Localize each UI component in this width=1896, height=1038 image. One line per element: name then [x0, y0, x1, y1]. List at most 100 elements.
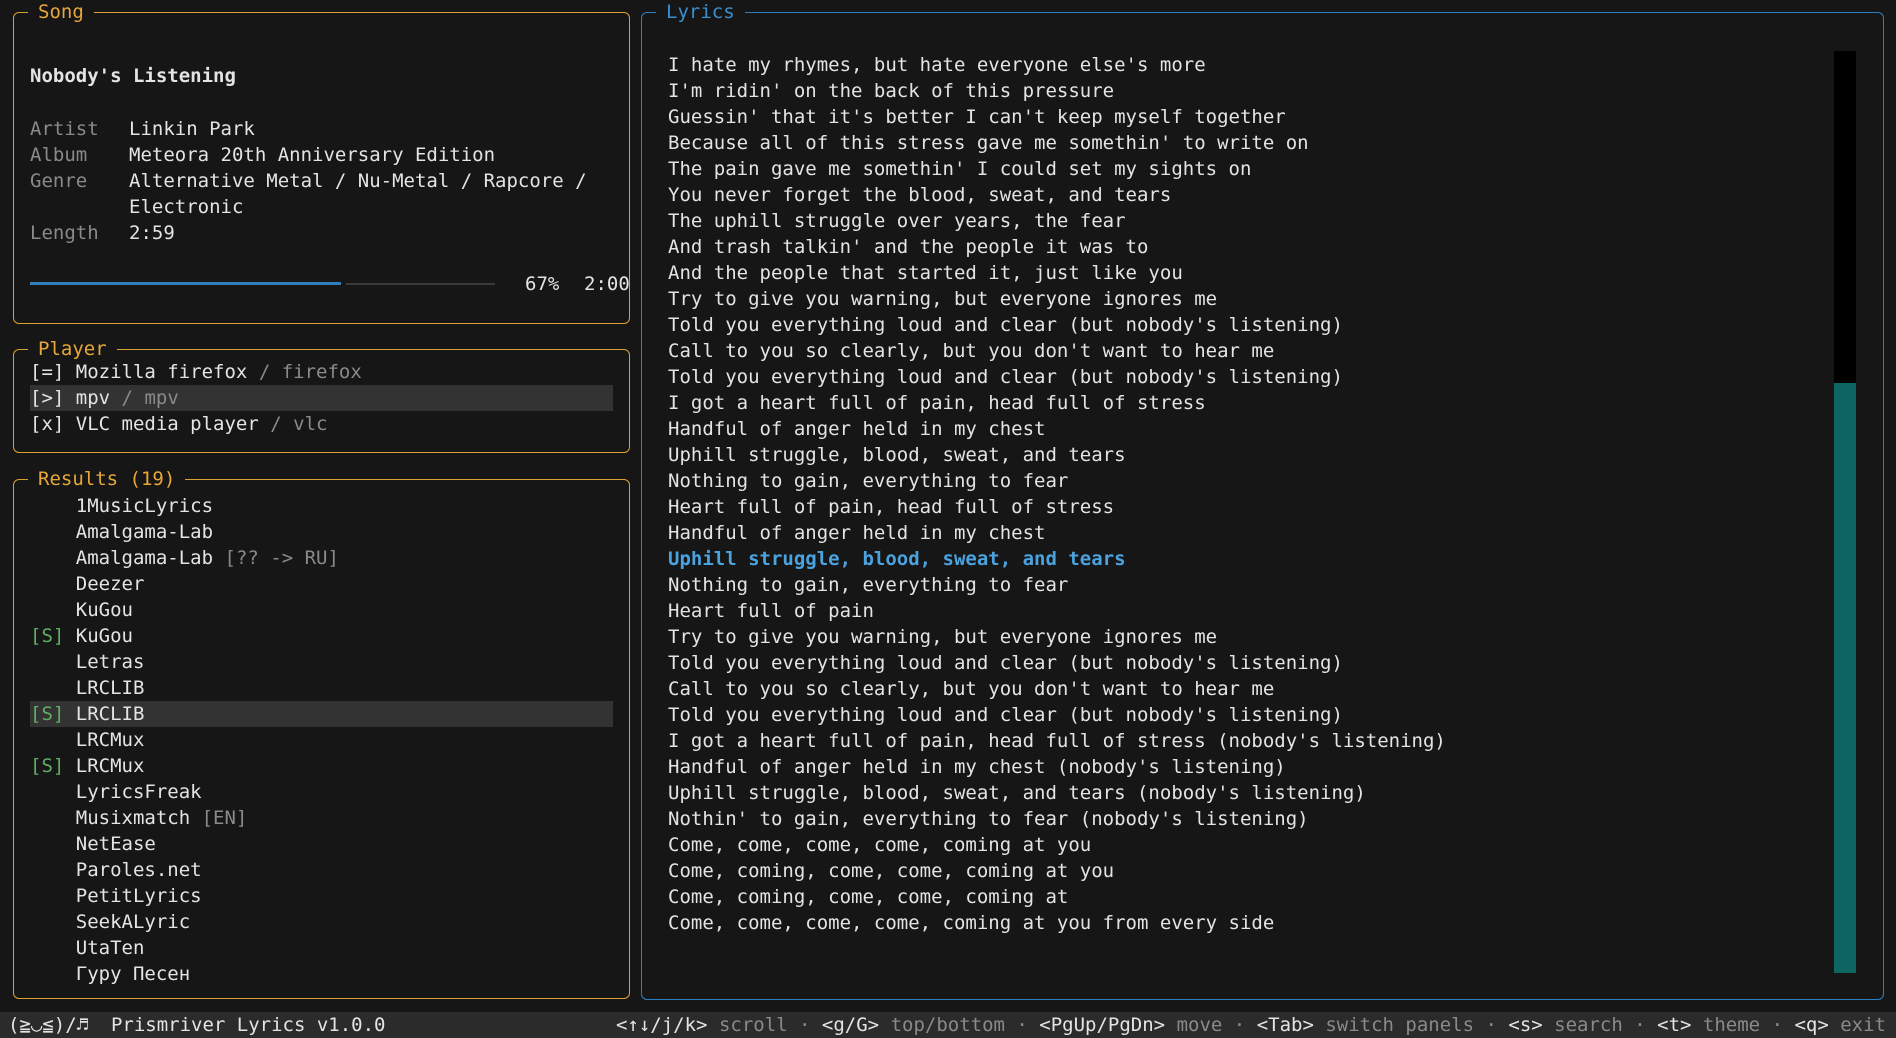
synced-tag: [S]	[30, 625, 65, 647]
result-item[interactable]: [S] LRCMux	[30, 753, 613, 779]
synced-tag	[30, 651, 64, 673]
player-state: [x]	[30, 413, 65, 435]
player-item[interactable]: [x] VLC media player / vlc	[30, 411, 613, 437]
player-panel-title: Player	[28, 337, 117, 361]
player-name: Mozilla firefox	[75, 361, 248, 383]
playback-progress: 67% 2:00	[30, 271, 630, 297]
result-source: Amalgama-Lab	[75, 521, 214, 543]
player-item[interactable]: [=] Mozilla firefox / firefox	[30, 359, 613, 385]
lyric-line: Uphill struggle, blood, sweat, and tears…	[668, 782, 1366, 804]
results-panel-title: Results (19)	[28, 467, 186, 491]
synced-tag: [S]	[30, 755, 65, 777]
hint-description: top/bottom	[890, 1014, 1005, 1036]
lyric-line: I hate my rhymes, but hate everyone else…	[668, 54, 1206, 76]
result-item[interactable]: [S] KuGou	[30, 623, 613, 649]
result-item[interactable]: LRCLIB	[30, 675, 613, 701]
hint-key: <g/G>	[821, 1014, 880, 1036]
scrollbar-thumb[interactable]	[1834, 383, 1856, 973]
result-item[interactable]: KuGou	[30, 597, 613, 623]
hint-separator: ·	[1760, 1014, 1795, 1036]
hint-key: <q>	[1794, 1014, 1829, 1036]
synced-tag	[30, 885, 64, 907]
result-item[interactable]: NetEase	[30, 831, 613, 857]
length-label: Length	[30, 222, 99, 244]
hint-description: move	[1176, 1014, 1223, 1036]
status-bar: (≧◡≦)/♬ Prismriver Lyrics v1.0.0 <↑↓/j/k…	[0, 1012, 1896, 1038]
lyric-line: Guessin' that it's better I can't keep m…	[668, 106, 1286, 128]
result-source: Гуру Песен	[75, 963, 191, 985]
result-source: SeekALyric	[75, 911, 191, 933]
lyric-line: Because all of this stress gave me somet…	[668, 132, 1309, 154]
synced-tag	[30, 859, 64, 881]
hint-separator: ·	[1004, 1014, 1040, 1036]
lyrics-panel-title: Lyrics	[656, 0, 745, 24]
result-item[interactable]: LyricsFreak	[30, 779, 613, 805]
lyric-line: And trash talkin' and the people it was …	[668, 236, 1149, 258]
results-list: 1MusicLyrics Amalgama-Lab Amalgama-Lab […	[30, 493, 613, 987]
result-item[interactable]: Amalgama-Lab	[30, 519, 613, 545]
result-item[interactable]: LRCMux	[30, 727, 613, 753]
synced-tag	[30, 807, 64, 829]
result-note: [?? -> RU]	[213, 547, 339, 569]
lyric-line: The uphill struggle over years, the fear	[668, 210, 1126, 232]
song-panel-title: Song	[28, 0, 94, 24]
player-state: [=]	[30, 361, 65, 383]
app-name: (≧◡≦)/♬ Prismriver Lyrics v1.0.0	[8, 1014, 386, 1036]
result-item[interactable]: 1MusicLyrics	[30, 493, 613, 519]
lyric-line: Told you everything loud and clear (but …	[668, 314, 1343, 336]
app-window: Song Nobody's Listening Artist Linkin Pa…	[0, 0, 1896, 1038]
hint-key: <s>	[1508, 1014, 1543, 1036]
result-source: LRCLIB	[75, 703, 145, 725]
synced-tag	[30, 937, 64, 959]
player-id: vlc	[293, 413, 328, 435]
result-source: LRCLIB	[75, 677, 145, 699]
synced-tag	[30, 521, 64, 543]
result-item[interactable]: Musixmatch [EN]	[30, 805, 613, 831]
lyric-line: Nothin' to gain, everything to fear (nob…	[668, 808, 1309, 830]
result-item[interactable]: PetitLyrics	[30, 883, 613, 909]
player-state: [>]	[30, 387, 65, 409]
song-title: Nobody's Listening	[30, 65, 236, 87]
hint-separator: ·	[787, 1014, 822, 1036]
player-item[interactable]: [>] mpv / mpv	[30, 385, 613, 411]
result-source: Paroles.net	[75, 859, 202, 881]
result-item[interactable]: Amalgama-Lab [?? -> RU]	[30, 545, 613, 571]
album-label: Album	[30, 144, 88, 166]
lyric-line: Told you everything loud and clear (but …	[668, 704, 1343, 726]
synced-tag	[30, 495, 64, 517]
elapsed-time: 2:00	[584, 273, 630, 295]
lyric-line: I got a heart full of pain, head full of…	[668, 392, 1206, 414]
progress-percent: 67%	[525, 273, 560, 295]
album-row: Album Meteora 20th Anniversary Edition	[30, 142, 599, 168]
lyric-line: Told you everything loud and clear (but …	[668, 652, 1343, 674]
lyric-line: And the people that started it, just lik…	[668, 262, 1183, 284]
result-item[interactable]: [S] LRCLIB	[30, 701, 613, 727]
hint-description: scroll	[718, 1014, 788, 1036]
artist-value: Linkin Park	[129, 118, 255, 140]
hint-separator: ·	[1474, 1014, 1509, 1036]
result-item[interactable]: Deezer	[30, 571, 613, 597]
lyric-line: Come, coming, come, come, coming at	[668, 886, 1069, 908]
synced-tag	[30, 573, 64, 595]
result-item[interactable]: UtaTen	[30, 935, 613, 961]
result-source: LRCMux	[75, 755, 145, 777]
player-name: VLC media player	[75, 413, 259, 435]
result-item[interactable]: SeekALyric	[30, 909, 613, 935]
result-note: [EN]	[190, 807, 248, 829]
genre-label: Genre	[30, 170, 88, 192]
length-value: 2:59	[129, 222, 175, 244]
result-item[interactable]: Letras	[30, 649, 613, 675]
progress-marker	[341, 280, 346, 288]
hint-key: <Tab>	[1256, 1014, 1314, 1036]
result-source: Deezer	[75, 573, 145, 595]
synced-tag	[30, 781, 64, 803]
song-panel: Song Nobody's Listening Artist Linkin Pa…	[13, 0, 630, 324]
result-item[interactable]: Paroles.net	[30, 857, 613, 883]
synced-tag	[30, 833, 64, 855]
player-list: [=] Mozilla firefox / firefox [>] mpv / m…	[30, 359, 613, 437]
result-item[interactable]: Гуру Песен	[30, 961, 613, 987]
result-source: KuGou	[75, 625, 133, 647]
lyrics-scrollbar[interactable]	[1834, 51, 1856, 973]
result-source: Letras	[75, 651, 145, 673]
lyrics-body: I hate my rhymes, but hate everyone else…	[668, 52, 1446, 936]
